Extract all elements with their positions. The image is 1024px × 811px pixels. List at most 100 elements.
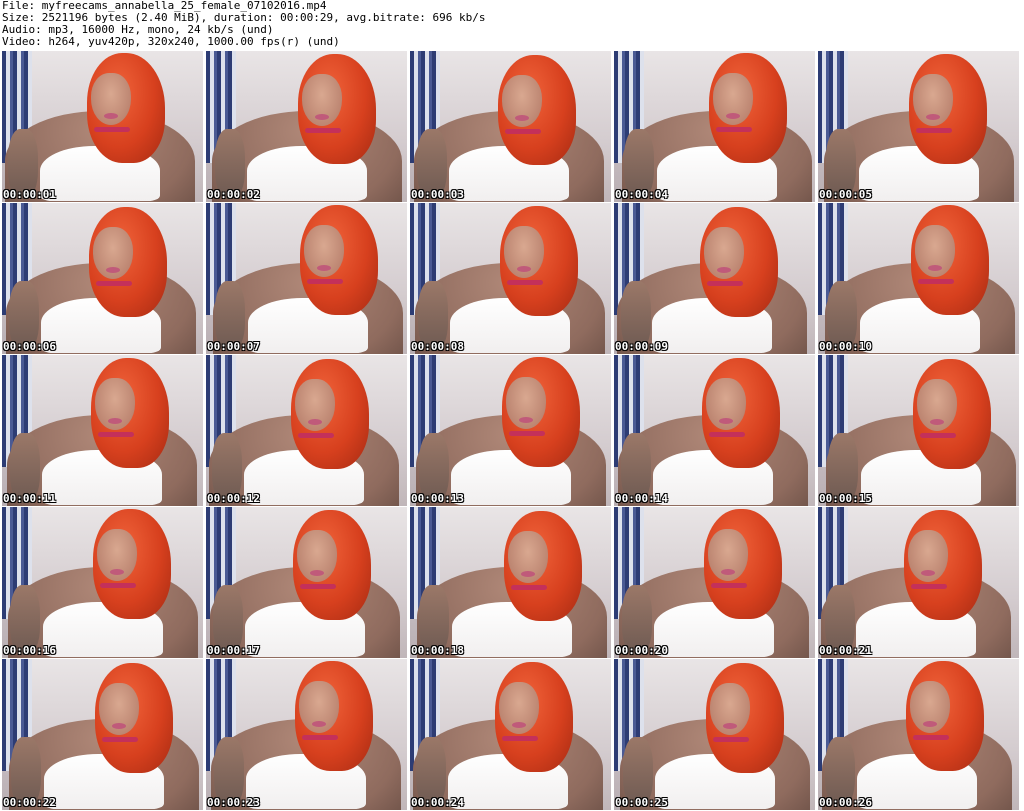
video-info-line: Video: h264, yuv420p, 320x240, 1000.00 f… <box>2 35 340 48</box>
subject-choker <box>94 127 130 132</box>
subject-choker <box>920 433 956 438</box>
subject-lips <box>928 265 942 271</box>
subject-lips <box>921 570 935 576</box>
subject-choker <box>713 737 749 742</box>
subject-choker <box>707 281 743 286</box>
subject-choker <box>302 735 338 740</box>
video-frame-thumbnail: 00:00:10 <box>818 203 1019 354</box>
video-frame-thumbnail: 00:00:08 <box>410 203 611 354</box>
subject-choker <box>305 128 341 133</box>
video-frame-thumbnail: 00:00:06 <box>2 203 203 354</box>
video-frame-thumbnail: 00:00:24 <box>410 659 611 810</box>
subject-lips <box>726 113 740 119</box>
frame-timestamp: 00:00:07 <box>207 340 260 353</box>
video-frame-thumbnail: 00:00:07 <box>206 203 407 354</box>
subject-lips <box>317 265 331 271</box>
frame-timestamp: 00:00:21 <box>819 644 872 657</box>
subject-lips <box>721 569 735 575</box>
frame-timestamp: 00:00:06 <box>3 340 56 353</box>
subject-lips <box>930 419 944 425</box>
subject-choker <box>98 432 134 437</box>
frame-timestamp: 00:00:14 <box>615 492 668 505</box>
video-frame-thumbnail: 00:00:22 <box>2 659 203 810</box>
frame-timestamp: 00:00:22 <box>3 796 56 809</box>
subject-lips <box>719 418 733 424</box>
frame-timestamp: 00:00:02 <box>207 188 260 201</box>
subject-lips <box>308 419 322 425</box>
frame-timestamp: 00:00:08 <box>411 340 464 353</box>
video-frame-thumbnail: 00:00:21 <box>818 507 1019 658</box>
video-frame-thumbnail: 00:00:09 <box>614 203 815 354</box>
file-info-header: File: myfreecams_annabella_25_female_071… <box>2 0 1022 50</box>
subject-lips <box>512 722 526 728</box>
video-frame-thumbnail: 00:00:16 <box>2 507 203 658</box>
video-frame-thumbnail: 00:00:13 <box>410 355 611 506</box>
frame-timestamp: 00:00:03 <box>411 188 464 201</box>
subject-lips <box>104 113 118 119</box>
subject-choker <box>96 281 132 286</box>
frame-timestamp: 00:00:16 <box>3 644 56 657</box>
subject-lips <box>112 723 126 729</box>
frame-timestamp: 00:00:15 <box>819 492 872 505</box>
thumbnail-grid: 00:00:01 00:00:02 00:00:03 00:00:04 00:00:05… <box>2 51 1022 811</box>
frame-timestamp: 00:00:09 <box>615 340 668 353</box>
subject-choker <box>511 585 547 590</box>
frame-timestamp: 00:00:01 <box>3 188 56 201</box>
subject-lips <box>515 115 529 121</box>
video-frame-thumbnail: 00:00:01 <box>2 51 203 202</box>
subject-lips <box>723 723 737 729</box>
video-frame-thumbnail: 00:00:23 <box>206 659 407 810</box>
video-frame-thumbnail: 00:00:18 <box>410 507 611 658</box>
subject-choker <box>709 432 745 437</box>
subject-lips <box>310 570 324 576</box>
subject-choker <box>298 433 334 438</box>
video-frame-thumbnail: 00:00:14 <box>614 355 815 506</box>
subject-choker <box>307 279 343 284</box>
frame-timestamp: 00:00:13 <box>411 492 464 505</box>
video-frame-thumbnail: 00:00:04 <box>614 51 815 202</box>
subject-choker <box>711 583 747 588</box>
frame-timestamp: 00:00:18 <box>411 644 464 657</box>
subject-lips <box>106 267 120 273</box>
subject-lips <box>108 418 122 424</box>
subject-choker <box>502 736 538 741</box>
frame-timestamp: 00:00:17 <box>207 644 260 657</box>
frame-timestamp: 00:00:12 <box>207 492 260 505</box>
subject-choker <box>911 584 947 589</box>
subject-choker <box>300 584 336 589</box>
subject-lips <box>519 417 533 423</box>
video-frame-thumbnail: 00:00:03 <box>410 51 611 202</box>
subject-choker <box>716 127 752 132</box>
subject-lips <box>315 114 329 120</box>
subject-lips <box>517 266 531 272</box>
frame-timestamp: 00:00:11 <box>3 492 56 505</box>
subject-choker <box>509 431 545 436</box>
subject-choker <box>505 129 541 134</box>
video-frame-thumbnail: 00:00:26 <box>818 659 1019 810</box>
video-frame-thumbnail: 00:00:12 <box>206 355 407 506</box>
subject-lips <box>926 114 940 120</box>
subject-choker <box>102 737 138 742</box>
subject-choker <box>100 583 136 588</box>
video-frame-thumbnail: 00:00:20 <box>614 507 815 658</box>
frame-timestamp: 00:00:05 <box>819 188 872 201</box>
subject-lips <box>110 569 124 575</box>
subject-choker <box>918 279 954 284</box>
video-frame-thumbnail: 00:00:11 <box>2 355 203 506</box>
frame-timestamp: 00:00:04 <box>615 188 668 201</box>
frame-timestamp: 00:00:25 <box>615 796 668 809</box>
frame-timestamp: 00:00:24 <box>411 796 464 809</box>
video-frame-thumbnail: 00:00:17 <box>206 507 407 658</box>
subject-choker <box>916 128 952 133</box>
video-frame-thumbnail: 00:00:05 <box>818 51 1019 202</box>
frame-timestamp: 00:00:23 <box>207 796 260 809</box>
subject-lips <box>312 721 326 727</box>
subject-lips <box>717 267 731 273</box>
video-frame-thumbnail: 00:00:02 <box>206 51 407 202</box>
subject-lips <box>521 571 535 577</box>
video-frame-thumbnail: 00:00:15 <box>818 355 1019 506</box>
frame-timestamp: 00:00:10 <box>819 340 872 353</box>
subject-lips <box>923 721 937 727</box>
frame-timestamp: 00:00:26 <box>819 796 872 809</box>
subject-choker <box>913 735 949 740</box>
